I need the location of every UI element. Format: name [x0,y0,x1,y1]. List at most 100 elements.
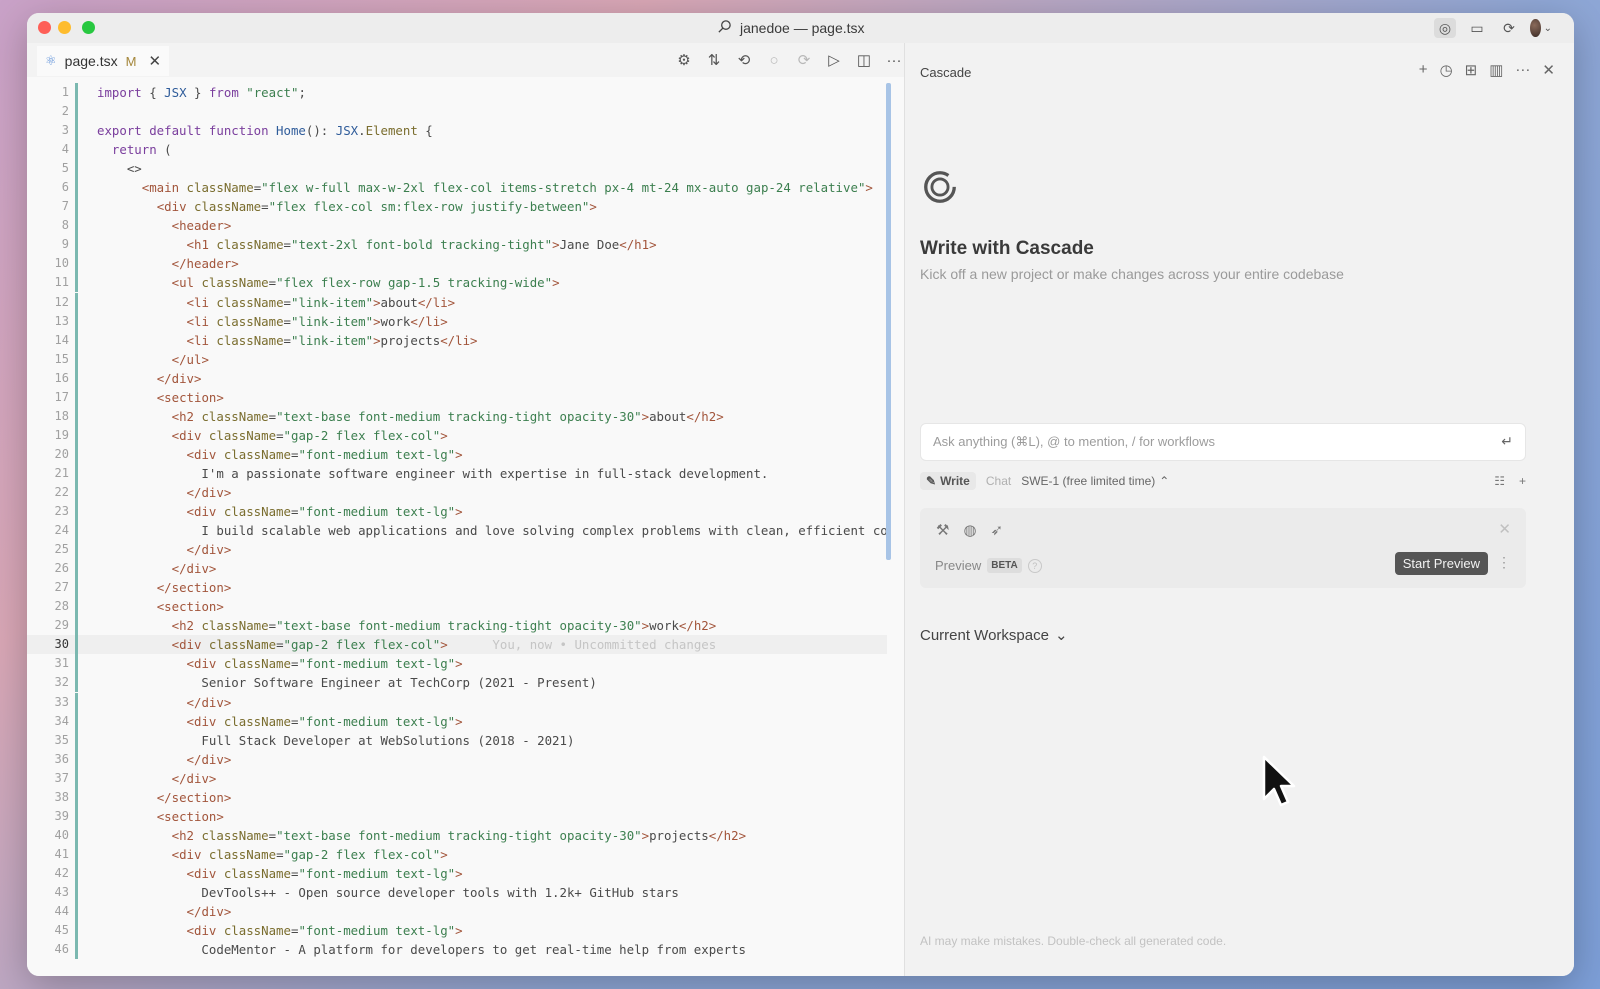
code-line[interactable]: 33 </div> [27,692,887,712]
git-change-marker[interactable] [75,825,78,845]
code-line[interactable]: 1 import { JSX } from "react"; [27,83,887,102]
code-line[interactable]: 14 <li className="link-item">projects</l… [27,330,887,350]
git-change-marker[interactable] [75,425,78,445]
source-control-icon[interactable]: ⇅ [704,50,724,70]
code-line[interactable]: 34 <div className="font-medium text-lg"> [27,711,887,731]
git-change-marker[interactable] [75,102,78,122]
more-icon[interactable]: ··· [1515,61,1530,79]
minimize-window-button[interactable] [58,21,71,34]
git-change-marker[interactable] [75,806,78,826]
git-change-marker[interactable] [75,235,78,255]
docs-book-icon[interactable]: ▥ [1489,61,1503,79]
maximize-window-button[interactable] [82,21,95,34]
git-change-marker[interactable] [75,83,78,102]
code-line[interactable]: 41 <div className="gap-2 flex flex-col"> [27,844,887,864]
code-line[interactable]: 16 </div> [27,368,887,388]
git-change-marker[interactable] [75,882,78,902]
git-change-marker[interactable] [75,311,78,331]
code-line[interactable]: 40 <h2 className="text-base font-medium … [27,825,887,845]
git-change-marker[interactable] [75,502,78,522]
git-change-marker[interactable] [75,654,78,674]
plugins-icon[interactable]: ⊞ [1465,61,1478,79]
code-line[interactable]: 46 CodeMentor - A platform for developer… [27,940,887,960]
submit-enter-icon[interactable]: ↵ [1501,433,1513,450]
git-change-marker[interactable] [75,178,78,198]
code-line[interactable]: 45 <div className="font-medium text-lg"> [27,921,887,941]
git-change-marker[interactable] [75,140,78,160]
history-icon[interactable]: ◷ [1440,61,1453,79]
code-line[interactable]: 13 <li className="link-item">work</li> [27,311,887,331]
code-line[interactable]: 25 </div> [27,540,887,560]
git-change-marker[interactable] [75,406,78,426]
code-line[interactable]: 15 </ul> [27,349,887,369]
git-change-marker[interactable] [75,730,78,750]
code-line[interactable]: 21 I'm a passionate software engineer wi… [27,463,887,483]
code-line[interactable]: 19 <div className="gap-2 flex flex-col"> [27,425,887,445]
git-change-marker[interactable] [75,254,78,274]
code-line[interactable]: 17 <section> [27,387,887,407]
previous-change-icon[interactable]: ○ [764,50,784,70]
code-line[interactable]: 23 <div className="font-medium text-lg"> [27,502,887,522]
git-change-marker[interactable] [75,273,78,293]
model-selector[interactable]: SWE-1 (free limited time) ⌃ [1021,474,1169,488]
code-line[interactable]: 32 Senior Software Engineer at TechCorp … [27,673,887,693]
git-change-marker[interactable] [75,349,78,369]
git-change-marker[interactable] [75,844,78,864]
git-change-marker[interactable] [75,387,78,407]
more-actions-icon[interactable]: ··· [884,50,904,70]
git-change-marker[interactable] [75,521,78,541]
code-line[interactable]: 27 </section> [27,578,887,598]
close-window-button[interactable] [38,21,51,34]
code-line[interactable]: 3 export default function Home(): JSX.Ele… [27,121,887,141]
close-tab-icon[interactable]: ✕ [148,52,161,70]
git-change-marker[interactable] [75,292,78,312]
git-change-marker[interactable] [75,940,78,960]
new-conversation-icon[interactable]: + [1419,61,1428,79]
code-line[interactable]: 8 <header> [27,216,887,236]
next-change-icon[interactable]: ⟳ [794,50,814,70]
code-line[interactable]: 4 return ( [27,140,887,160]
git-change-marker[interactable] [75,787,78,807]
scrollbar[interactable] [886,83,891,560]
hammer-icon[interactable]: ⚒ [936,521,949,539]
globe-icon[interactable]: ◍ [963,521,976,539]
run-icon[interactable]: ▷ [824,50,844,70]
git-change-marker[interactable] [75,330,78,350]
git-change-marker[interactable] [75,216,78,236]
add-context-icon[interactable]: + [1519,474,1526,488]
code-line[interactable]: 37 </div> [27,768,887,788]
git-change-marker[interactable] [75,444,78,464]
git-change-marker[interactable] [75,902,78,922]
code-line[interactable]: 39 <section> [27,806,887,826]
code-line[interactable]: 10 </header> [27,254,887,274]
code-line[interactable]: 2 [27,102,887,122]
close-panel-icon[interactable]: ✕ [1542,61,1555,79]
code-line[interactable]: 11 <ul className="flex flex-row gap-1.5 … [27,273,887,293]
split-editor-icon[interactable]: ◫ [854,50,874,70]
code-line[interactable]: 9 <h1 className="text-2xl font-bold trac… [27,235,887,255]
git-change-marker[interactable] [75,540,78,560]
git-change-marker[interactable] [75,673,78,693]
code-line[interactable]: 31 <div className="font-medium text-lg"> [27,654,887,674]
git-change-marker[interactable] [75,768,78,788]
workspace-selector[interactable]: Current Workspace ⌄ [920,626,1068,645]
sync-icon[interactable]: ⟳ [1498,18,1520,38]
prompt-input[interactable] [931,433,1475,450]
code-line[interactable]: 22 </div> [27,482,887,502]
git-change-marker[interactable] [75,749,78,769]
code-line[interactable]: 18 <h2 className="text-base font-medium … [27,406,887,426]
git-change-marker[interactable] [75,863,78,883]
code-line[interactable]: 24 I build scalable web applications and… [27,521,887,541]
tab-page-tsx[interactable]: ⚛ page.tsx M ✕ [37,46,170,76]
code-area[interactable]: 1 import { JSX } from "react"; 2 3 export de… [27,83,887,976]
window-title-search[interactable]: janedoe — page.tsx [717,19,865,37]
code-line[interactable]: 36 </div> [27,749,887,769]
start-preview-button[interactable]: Start Preview [1394,552,1488,575]
checklist-icon[interactable]: ☷ [1494,474,1505,488]
git-change-marker[interactable] [75,197,78,217]
preview-more-icon[interactable]: ⋮ [1497,554,1511,571]
git-change-marker[interactable] [75,597,78,617]
chat-panel-icon[interactable]: ▭ [1466,18,1488,38]
git-change-marker[interactable] [75,559,78,579]
rocket-icon[interactable]: ➶ [991,521,1004,539]
